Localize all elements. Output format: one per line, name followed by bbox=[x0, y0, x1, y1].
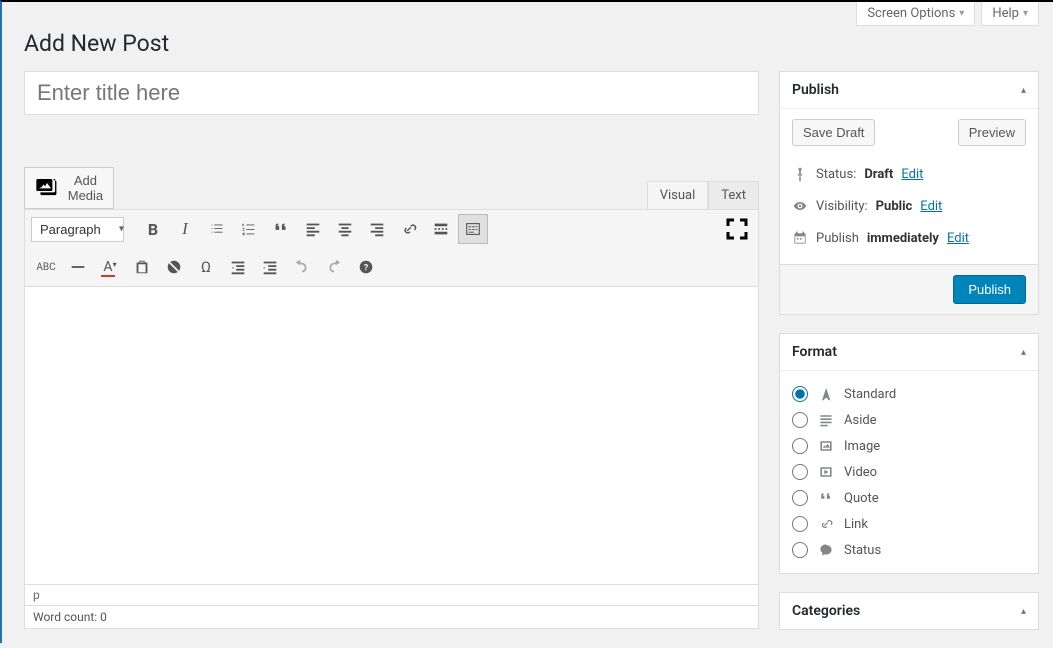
categories-panel: Categories ▴ bbox=[779, 592, 1039, 630]
format-label: Quote bbox=[844, 491, 879, 506]
format-radio[interactable] bbox=[792, 516, 808, 532]
read-more-button[interactable] bbox=[426, 214, 456, 244]
format-option-status[interactable]: Status bbox=[792, 537, 1026, 563]
video-icon bbox=[818, 464, 834, 480]
screen-options-tab[interactable]: Screen Options ▾ bbox=[856, 2, 975, 26]
preview-button[interactable]: Preview bbox=[958, 119, 1026, 146]
media-icon bbox=[35, 175, 62, 202]
add-media-button[interactable]: Add Media bbox=[24, 167, 114, 209]
publish-timing-label: Publish bbox=[816, 231, 859, 246]
format-label: Link bbox=[844, 517, 868, 532]
panel-collapse-icon[interactable]: ▴ bbox=[1021, 347, 1026, 358]
status-label: Status: bbox=[816, 167, 856, 182]
editor-content-area[interactable] bbox=[24, 287, 759, 585]
italic-button[interactable]: I bbox=[170, 214, 200, 244]
format-radio[interactable] bbox=[792, 386, 808, 402]
fullscreen-button[interactable] bbox=[722, 214, 752, 244]
eye-icon bbox=[792, 198, 808, 214]
format-radio[interactable] bbox=[792, 412, 808, 428]
categories-panel-title: Categories bbox=[792, 603, 860, 619]
text-tab[interactable]: Text bbox=[708, 181, 759, 209]
panel-collapse-icon[interactable]: ▴ bbox=[1021, 85, 1026, 96]
align-left-button[interactable] bbox=[298, 214, 328, 244]
edit-visibility-link[interactable]: Edit bbox=[920, 199, 942, 214]
calendar-icon bbox=[792, 230, 808, 246]
format-label: Image bbox=[844, 439, 880, 454]
edit-status-link[interactable]: Edit bbox=[901, 167, 923, 182]
format-radio[interactable] bbox=[792, 438, 808, 454]
screen-options-label: Screen Options bbox=[867, 6, 955, 21]
format-radio[interactable] bbox=[792, 490, 808, 506]
visibility-value: Public bbox=[876, 199, 913, 214]
format-radio[interactable] bbox=[792, 464, 808, 480]
publish-timing-value: immediately bbox=[867, 231, 939, 246]
pin-icon bbox=[792, 166, 808, 182]
publish-button[interactable]: Publish bbox=[953, 275, 1026, 304]
strikethrough-button[interactable]: ABC bbox=[31, 252, 61, 282]
aside-icon bbox=[818, 412, 834, 428]
blockquote-button[interactable] bbox=[266, 214, 296, 244]
redo-button[interactable] bbox=[319, 252, 349, 282]
help-button[interactable]: ? bbox=[351, 252, 381, 282]
edit-publish-timing-link[interactable]: Edit bbox=[947, 231, 969, 246]
format-option-standard[interactable]: Standard bbox=[792, 381, 1026, 407]
paste-text-button[interactable] bbox=[127, 252, 157, 282]
publish-panel-title: Publish bbox=[792, 82, 839, 98]
bold-button[interactable]: B bbox=[138, 214, 168, 244]
help-label: Help bbox=[992, 6, 1019, 21]
svg-text:?: ? bbox=[364, 264, 369, 274]
format-radio[interactable] bbox=[792, 542, 808, 558]
format-panel: Format ▴ Standard Aside Image Video Quote Lin… bbox=[779, 333, 1039, 574]
add-media-label: Add Media bbox=[68, 173, 103, 203]
save-draft-button[interactable]: Save Draft bbox=[792, 119, 875, 146]
help-tab[interactable]: Help ▾ bbox=[981, 2, 1039, 26]
quote-icon bbox=[818, 490, 834, 506]
format-label: Video bbox=[844, 465, 877, 480]
align-right-button[interactable] bbox=[362, 214, 392, 244]
standard-icon bbox=[818, 386, 834, 402]
link-icon bbox=[818, 516, 834, 532]
publish-panel: Publish ▴ Save Draft Preview Status: Dra… bbox=[779, 71, 1039, 315]
image-icon bbox=[818, 438, 834, 454]
format-option-link[interactable]: Link bbox=[792, 511, 1026, 537]
post-title-input[interactable] bbox=[24, 71, 759, 115]
format-option-video[interactable]: Video bbox=[792, 459, 1026, 485]
format-option-quote[interactable]: Quote bbox=[792, 485, 1026, 511]
format-label: Aside bbox=[844, 413, 877, 428]
editor-path: p bbox=[24, 585, 759, 606]
format-option-aside[interactable]: Aside bbox=[792, 407, 1026, 433]
panel-collapse-icon[interactable]: ▴ bbox=[1021, 606, 1026, 617]
format-label: Standard bbox=[844, 387, 896, 402]
align-center-button[interactable] bbox=[330, 214, 360, 244]
link-button[interactable] bbox=[394, 214, 424, 244]
text-color-button[interactable]: A▾ bbox=[95, 252, 125, 282]
bullet-list-button[interactable] bbox=[202, 214, 232, 244]
undo-button[interactable] bbox=[287, 252, 317, 282]
visibility-label: Visibility: bbox=[816, 199, 868, 214]
indent-button[interactable] bbox=[255, 252, 285, 282]
special-character-button[interactable]: Ω bbox=[191, 252, 221, 282]
format-panel-title: Format bbox=[792, 344, 837, 360]
status-value: Draft bbox=[864, 167, 893, 182]
toolbar-toggle-button[interactable] bbox=[458, 214, 488, 244]
outdent-button[interactable] bbox=[223, 252, 253, 282]
chevron-down-icon: ▾ bbox=[959, 8, 964, 19]
word-count: Word count: 0 bbox=[24, 606, 759, 629]
paragraph-format-select[interactable]: Paragraph bbox=[31, 217, 124, 242]
clear-formatting-button[interactable] bbox=[159, 252, 189, 282]
format-label: Status bbox=[844, 543, 881, 558]
numbered-list-button[interactable] bbox=[234, 214, 264, 244]
chevron-down-icon: ▾ bbox=[1023, 8, 1028, 19]
format-option-image[interactable]: Image bbox=[792, 433, 1026, 459]
horizontal-rule-button[interactable] bbox=[63, 252, 93, 282]
visual-tab[interactable]: Visual bbox=[647, 181, 709, 209]
status-icon bbox=[818, 542, 834, 558]
